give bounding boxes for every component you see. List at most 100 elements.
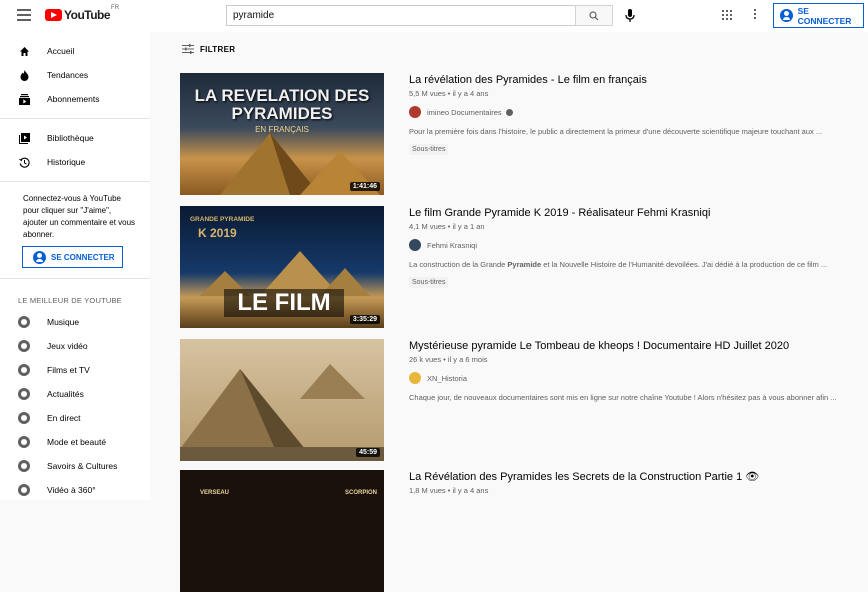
video-description: Chaque jour, de nouveaux documentaires s… — [409, 393, 837, 402]
search-button[interactable] — [575, 5, 613, 26]
news-icon — [18, 388, 30, 400]
thumbnail-k: K 2019 — [198, 226, 237, 240]
video-info: Le film Grande Pyramide K 2019 - Réalisa… — [409, 206, 859, 289]
sidebar-item-subscriptions[interactable]: Abonnements — [0, 87, 150, 111]
channel-link[interactable]: XN_Historia — [409, 372, 859, 384]
microphone-icon[interactable] — [623, 8, 637, 24]
video-info: Mystérieuse pyramide Le Tombeau de kheop… — [409, 339, 859, 403]
sidebar-signin-button[interactable]: SE CONNECTER — [22, 246, 123, 268]
channel-avatar — [409, 239, 421, 251]
sidebar-label-news: Actualités — [47, 389, 84, 399]
video-thumbnail[interactable]: GRANDE PYRAMIDE K 2019 LE FILM 3:35:29 — [180, 206, 384, 328]
signin-button[interactable]: SE CONNECTER — [773, 3, 864, 28]
home-icon — [18, 45, 30, 57]
sidebar-item-news[interactable]: Actualités — [0, 382, 150, 406]
flame-icon — [18, 69, 30, 81]
sidebar-item-live[interactable]: En direct — [0, 406, 150, 430]
sidebar-item-trending[interactable]: Tendances — [0, 63, 150, 87]
top-bar: YouTube FR SE CONNECTER — [0, 0, 868, 32]
thumbnail-subtitle: EN FRANÇAIS — [255, 125, 309, 134]
verified-icon — [505, 108, 513, 116]
menu-icon[interactable] — [17, 9, 31, 22]
video-title[interactable]: La révélation des Pyramides - Le film en… — [409, 73, 859, 87]
sidebar-item-library[interactable]: Bibliothèque — [0, 126, 150, 150]
account-icon — [33, 250, 46, 264]
sidebar-label-music: Musique — [47, 317, 80, 327]
sidebar-label-live: En direct — [47, 413, 81, 423]
thumbnail-right-text: SCORPION — [345, 490, 378, 496]
video-description: La construction de la Grande Pyramide et… — [409, 260, 828, 269]
sidebar-divider — [0, 118, 150, 119]
video-duration: 45:59 — [356, 448, 380, 457]
sidebar-divider — [0, 181, 150, 182]
video-title[interactable]: Le film Grande Pyramide K 2019 - Réalisa… — [409, 206, 859, 220]
channel-name: XN_Historia — [427, 373, 468, 383]
video-description: Pour la première fois dans l'histoire, l… — [409, 127, 823, 136]
video-title[interactable]: La Révélation des Pyramides les Secrets … — [409, 470, 859, 484]
video-title[interactable]: Mystérieuse pyramide Le Tombeau de kheop… — [409, 339, 859, 353]
sidebar-item-fashion[interactable]: Mode et beauté — [0, 430, 150, 454]
sidebar-label-gaming: Jeux vidéo — [47, 341, 88, 351]
logo-country: FR — [111, 5, 120, 11]
youtube-logo[interactable]: YouTube FR — [45, 5, 120, 22]
sidebar-divider — [0, 278, 150, 279]
thumbnail-brand: GRANDE PYRAMIDE — [190, 216, 255, 223]
video-duration: 1:41:46 — [349, 182, 380, 191]
search-results: FILTRER LA REVELATION DES PYRAMIDES EN F… — [150, 32, 868, 592]
360-video-icon — [18, 484, 30, 496]
channel-link[interactable]: imineo Documentaires — [409, 106, 859, 118]
video-thumbnail[interactable]: 45:59 — [180, 339, 384, 461]
video-thumbnail[interactable]: LA REVELATION DES PYRAMIDES EN FRANÇAIS … — [180, 73, 384, 195]
history-icon — [18, 156, 30, 168]
movies-icon — [18, 364, 30, 376]
video-meta: 5,5 M vues • il y a 4 ans — [409, 89, 489, 98]
subscriptions-icon — [18, 93, 30, 105]
sidebar-item-home[interactable]: Accueil — [0, 39, 150, 63]
fashion-icon — [18, 436, 30, 448]
sidebar-item-gaming[interactable]: Jeux vidéo — [0, 334, 150, 358]
video-duration: 3:35:29 — [349, 315, 380, 324]
sidebar-item-360-video[interactable]: Vidéo à 360° — [0, 478, 150, 502]
subtitles-badge: Sous-titres — [409, 277, 449, 288]
sidebar-item-music[interactable]: Musique — [0, 310, 150, 334]
video-result[interactable]: 45:59 Mystérieuse pyramide Le Tombeau de… — [180, 339, 860, 463]
video-meta: 4,1 M vues • il y a 1 an — [409, 222, 485, 231]
learning-icon — [18, 460, 30, 472]
sidebar-label-360-video: Vidéo à 360° — [47, 485, 96, 495]
sidebar-label-learning: Savoirs & Cultures — [47, 461, 118, 471]
thumbnail-art — [180, 364, 384, 461]
video-result[interactable]: LA REVELATION DES PYRAMIDES EN FRANÇAIS … — [180, 73, 860, 197]
search-icon — [589, 10, 599, 20]
channel-avatar — [409, 106, 421, 118]
sidebar-label-fashion: Mode et beauté — [47, 437, 107, 447]
live-icon — [18, 412, 30, 424]
sidebar: Accueil Tendances Abonnements Bibliothèq… — [0, 32, 150, 500]
thumbnail-title: LE FILM — [224, 289, 344, 317]
thumbnail-left-text: VERSEAU — [200, 490, 230, 496]
sidebar-signin-label: SE CONNECTER — [51, 252, 115, 262]
video-thumbnail[interactable]: VERSEAU SCORPION — [180, 470, 384, 592]
sidebar-label-movies: Films et TV — [47, 365, 90, 375]
channel-link[interactable]: Fehmi Krasniqi — [409, 239, 859, 251]
video-result[interactable]: VERSEAU SCORPION La Révélation des Pyram… — [180, 470, 860, 592]
sidebar-label-home: Accueil — [47, 46, 75, 56]
library-icon — [18, 132, 30, 144]
video-result[interactable]: GRANDE PYRAMIDE K 2019 LE FILM 3:35:29 L… — [180, 206, 860, 330]
apps-icon[interactable] — [722, 10, 732, 20]
filter-button[interactable]: FILTRER — [182, 44, 235, 54]
sidebar-label-library: Bibliothèque — [47, 133, 94, 143]
video-info: La révélation des Pyramides - Le film en… — [409, 73, 859, 156]
search-input[interactable] — [226, 5, 576, 26]
music-icon — [18, 316, 30, 328]
sidebar-item-history[interactable]: Historique — [0, 150, 150, 174]
sidebar-item-learning[interactable]: Savoirs & Cultures — [0, 454, 150, 478]
video-meta: 26 k vues • il y a 6 mois — [409, 355, 488, 364]
sidebar-label-history: Historique — [47, 157, 86, 167]
more-options-icon[interactable] — [754, 9, 757, 21]
signin-label: SE CONNECTER — [797, 5, 852, 26]
channel-name: imineo Documentaires — [427, 107, 502, 117]
video-info: La Révélation des Pyramides les Secrets … — [409, 470, 859, 495]
youtube-play-icon — [45, 9, 62, 21]
sidebar-label-trending: Tendances — [47, 70, 89, 80]
sidebar-item-movies[interactable]: Films et TV — [0, 358, 150, 382]
